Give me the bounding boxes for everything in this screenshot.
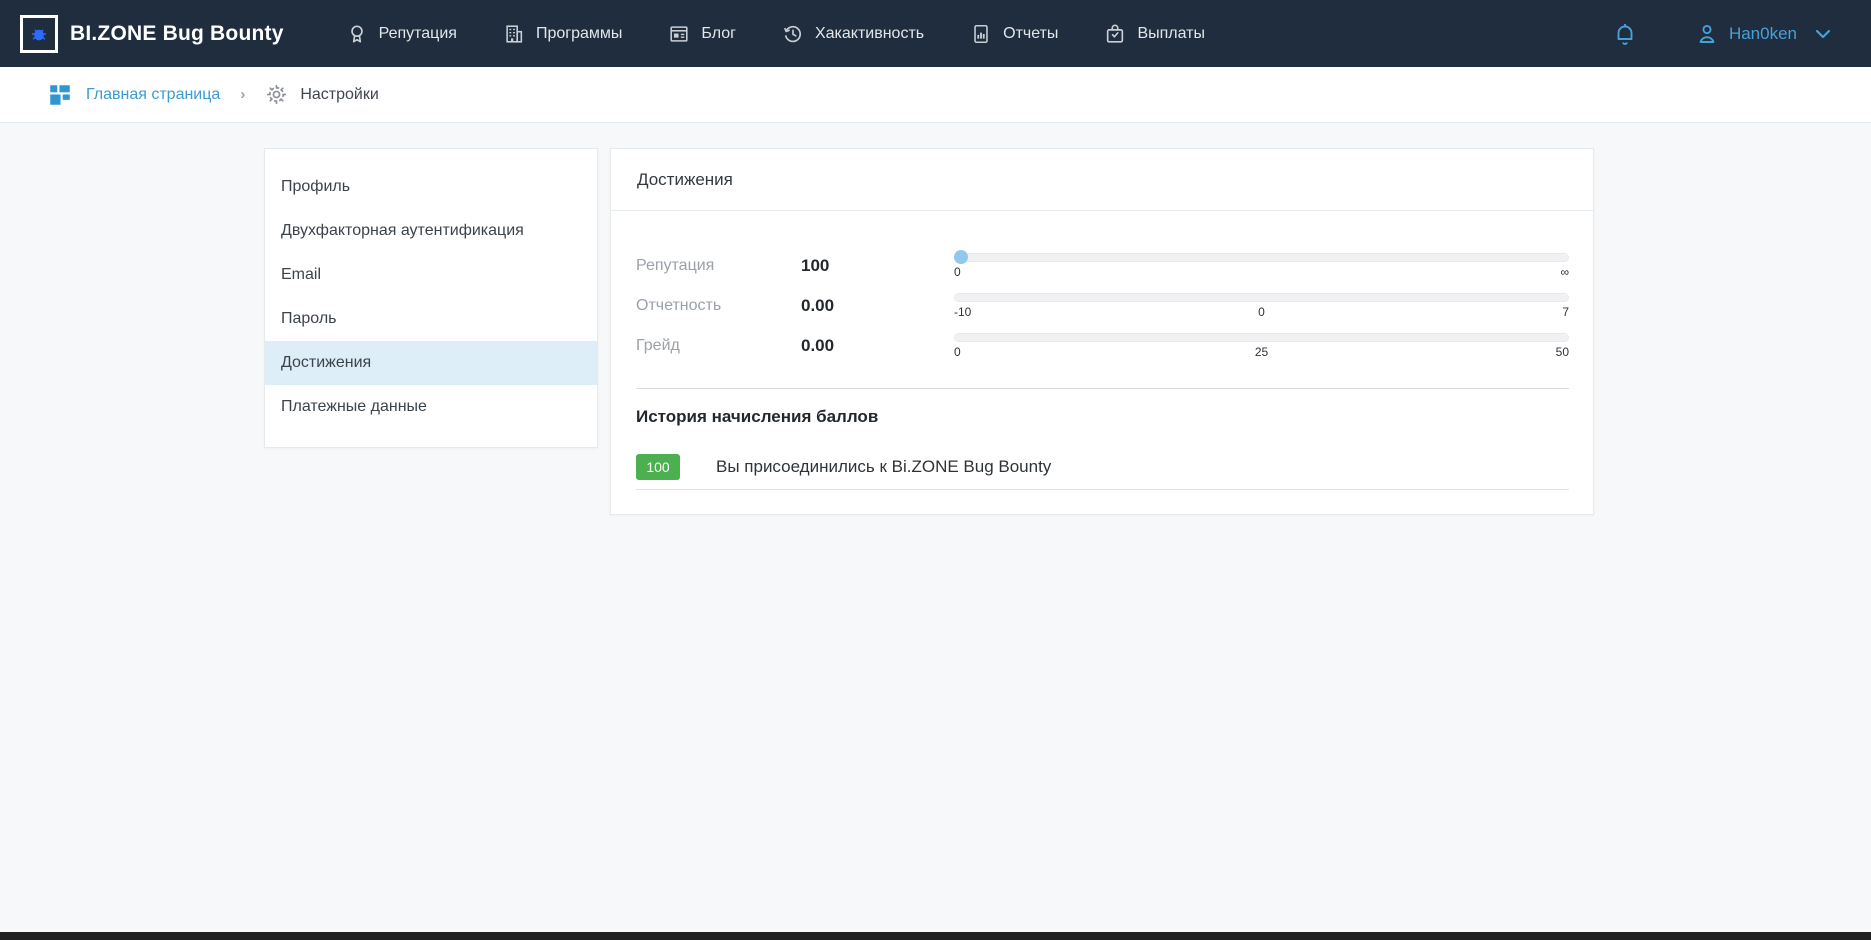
nav-item-programs[interactable]: Программы [503, 23, 622, 45]
nav-item-hackactivity[interactable]: Хакактивность [782, 23, 924, 45]
payments-icon [1104, 23, 1126, 45]
dashboard-grid-icon [47, 82, 73, 108]
metric-row-grade: Грейд 0.00 0 25 50 [636, 326, 1569, 366]
scale-min: -10 [954, 305, 971, 319]
sidebar-item-achievements[interactable]: Достижения [265, 341, 597, 385]
metric-value: 0.00 [801, 296, 954, 316]
medal-icon [346, 23, 368, 45]
gear-icon [265, 83, 288, 106]
nav-label: Отчеты [1003, 25, 1058, 43]
brand-name: BI.ZONE Bug Bounty [70, 22, 284, 46]
breadcrumb-home-link[interactable]: Главная страница [47, 82, 220, 108]
scale-max: 50 [1556, 345, 1569, 359]
notifications-bell-icon[interactable] [1613, 21, 1637, 47]
breadcrumb: Главная страница › Настройки [0, 67, 1871, 123]
chevron-down-icon [1815, 29, 1831, 39]
blog-icon [668, 23, 690, 45]
slider-scale: -10 0 7 [954, 305, 1569, 319]
metrics-list: Репутация 100 0 ∞ Отчетность 0.00 [611, 211, 1593, 378]
user-menu[interactable]: Han0ken [1695, 22, 1831, 46]
history-icon [782, 23, 804, 45]
bug-logo-icon [20, 15, 58, 53]
points-badge: 100 [636, 454, 680, 480]
report-icon [970, 23, 992, 45]
username: Han0ken [1729, 24, 1797, 44]
nav-item-blog[interactable]: Блог [668, 23, 736, 45]
metric-label: Отчетность [636, 297, 801, 315]
history-entry-text: Вы присоединились к Bi.ZONE Bug Bounty [716, 457, 1051, 477]
history-entry: 100 Вы присоединились к Bi.ZONE Bug Boun… [636, 454, 1569, 490]
nav-item-payouts[interactable]: Выплаты [1104, 23, 1205, 45]
metric-row-reporting: Отчетность 0.00 -10 0 7 [636, 286, 1569, 326]
top-navbar: BI.ZONE Bug Bounty Репутация Программы [0, 0, 1871, 67]
metric-row-reputation: Репутация 100 0 ∞ [636, 246, 1569, 286]
building-icon [503, 23, 525, 45]
scale-mid: 0 [1258, 305, 1265, 319]
scale-max: 7 [1562, 305, 1569, 319]
slider-scale: 0 25 50 [954, 345, 1569, 359]
slider-track [954, 253, 1569, 262]
breadcrumb-current-label: Настройки [300, 86, 378, 104]
breadcrumb-separator-icon: › [234, 86, 251, 103]
bottom-edge-strip [0, 932, 1871, 940]
panel-header: Достижения [611, 149, 1593, 211]
sidebar-item-email[interactable]: Email [265, 253, 597, 297]
nav-label: Блог [701, 25, 736, 43]
reputation-slider: 0 ∞ [954, 253, 1569, 279]
points-history-section: История начисления баллов 100 Вы присоед… [611, 389, 1593, 514]
scale-min: 0 [954, 345, 961, 359]
metric-label: Репутация [636, 257, 801, 275]
settings-content: Профиль Двухфакторная аутентификация Ema… [0, 123, 1871, 515]
slider-track [954, 333, 1569, 342]
sidebar-item-2fa[interactable]: Двухфакторная аутентификация [265, 209, 597, 253]
user-icon [1695, 22, 1719, 46]
nav-label: Выплаты [1137, 25, 1205, 43]
sidebar-item-payment-details[interactable]: Платежные данные [265, 385, 597, 429]
grade-slider: 0 25 50 [954, 333, 1569, 359]
slider-track [954, 293, 1569, 302]
slider-handle[interactable] [954, 250, 968, 264]
brand-logo[interactable]: BI.ZONE Bug Bounty [20, 15, 284, 53]
navbar-right: Han0ken [1613, 21, 1831, 47]
breadcrumb-home-label: Главная страница [86, 86, 220, 104]
breadcrumb-current: Настройки [265, 83, 378, 106]
nav-item-reputation[interactable]: Репутация [346, 23, 457, 45]
main-nav: Репутация Программы Блог [346, 23, 1613, 45]
metric-value: 0.00 [801, 336, 954, 356]
nav-label: Репутация [379, 25, 457, 43]
nav-label: Программы [536, 25, 622, 43]
scale-mid: 25 [1255, 345, 1268, 359]
scale-min: 0 [954, 265, 961, 279]
panel-title: Достижения [637, 170, 733, 190]
scale-max: ∞ [1560, 265, 1569, 279]
points-history-title: История начисления баллов [636, 407, 1569, 427]
reporting-slider: -10 0 7 [954, 293, 1569, 319]
sidebar-item-password[interactable]: Пароль [265, 297, 597, 341]
nav-label: Хакактивность [815, 25, 924, 43]
sidebar-item-profile[interactable]: Профиль [265, 165, 597, 209]
nav-item-reports[interactable]: Отчеты [970, 23, 1058, 45]
slider-scale: 0 ∞ [954, 265, 1569, 279]
settings-sidebar: Профиль Двухфакторная аутентификация Ema… [264, 148, 598, 448]
metric-label: Грейд [636, 337, 801, 355]
achievements-panel: Достижения Репутация 100 0 ∞ [610, 148, 1594, 515]
metric-value: 100 [801, 256, 954, 276]
